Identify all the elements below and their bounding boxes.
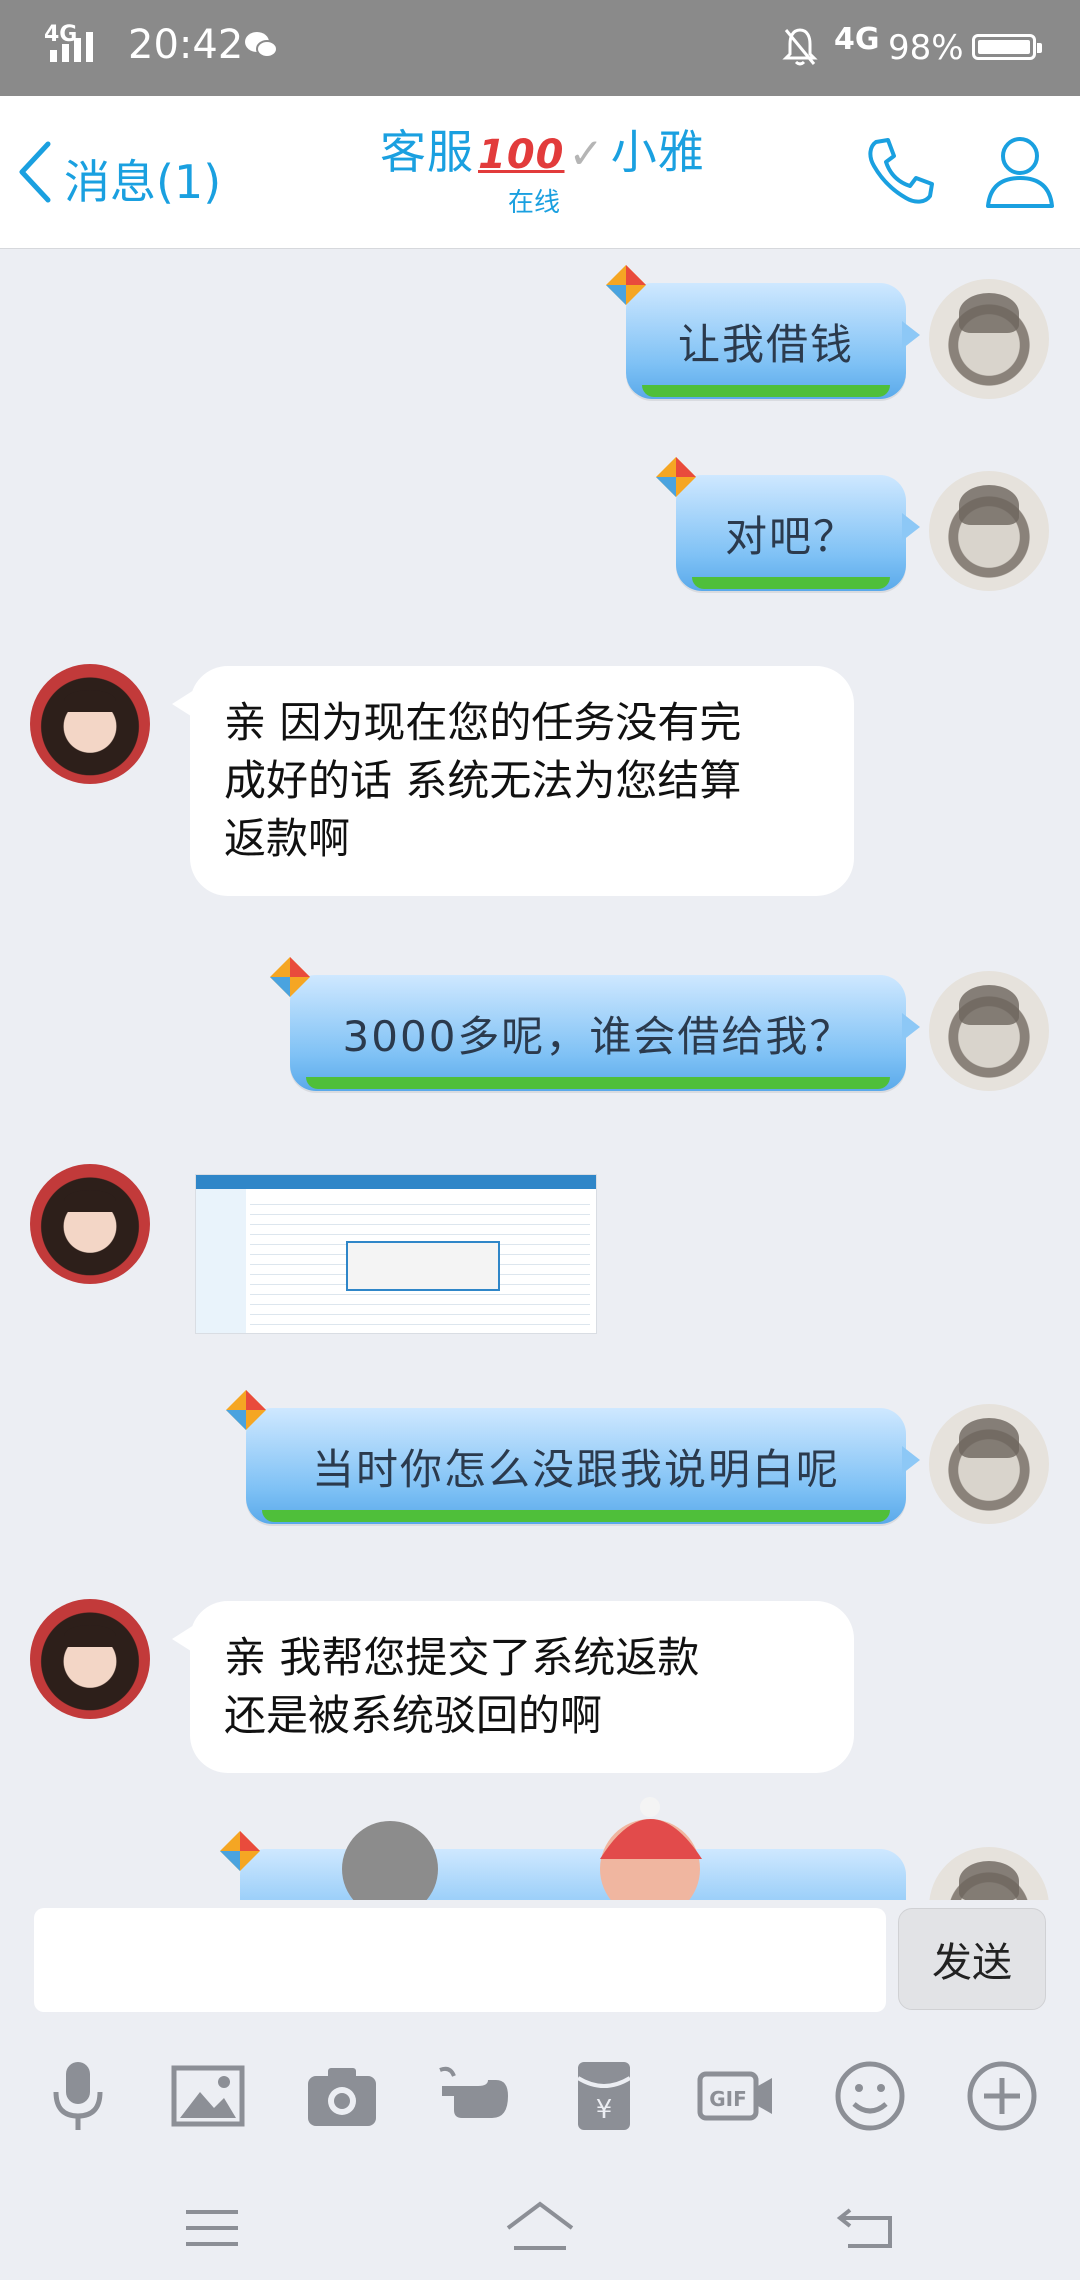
message-bubble-incoming[interactable]: 亲 因为现在您的任务没有完 成好的话 系统无法为您结算 返款啊 bbox=[172, 666, 854, 896]
svg-text:GIF: GIF bbox=[709, 2087, 747, 2111]
wechat-icon bbox=[245, 32, 278, 58]
network-type: 4G bbox=[834, 22, 880, 57]
system-navigation bbox=[0, 2170, 1080, 2280]
message-line: 成好的话 系统无法为您结算 bbox=[224, 756, 742, 805]
message-input[interactable] bbox=[34, 1908, 886, 2012]
input-toolbar: ¥ GIF bbox=[0, 2020, 1080, 2170]
message-bubble-outgoing[interactable]: 3000多呢，谁会借给我？ bbox=[270, 957, 920, 1091]
image-icon[interactable] bbox=[168, 2056, 248, 2136]
microphone-icon[interactable] bbox=[38, 2056, 118, 2136]
message-text: 3000多呢，谁会借给我？ bbox=[342, 1011, 854, 1061]
emoji-icon[interactable] bbox=[830, 2056, 910, 2136]
message-text: 让我借钱 bbox=[677, 319, 854, 369]
message-bubble-incoming[interactable]: 亲 我帮您提交了系统返款 还是被系统驳回的啊 bbox=[172, 1601, 854, 1773]
message-line: 还是被系统驳回的啊 bbox=[224, 1691, 603, 1740]
my-avatar[interactable] bbox=[929, 279, 1049, 399]
message-bubble-outgoing[interactable]: 让我借钱 bbox=[606, 265, 920, 399]
kite-icon bbox=[270, 957, 310, 997]
poke-hand-icon[interactable] bbox=[432, 2056, 512, 2136]
agent-avatar[interactable] bbox=[30, 1599, 150, 1719]
signal-label: 4G bbox=[44, 22, 78, 47]
plus-icon[interactable] bbox=[962, 2056, 1042, 2136]
dialog-thumbnail bbox=[346, 1241, 500, 1291]
my-avatar[interactable] bbox=[929, 1404, 1049, 1524]
back-label: 消息(1) bbox=[64, 155, 222, 209]
home-icon[interactable] bbox=[500, 2198, 580, 2258]
agent-avatar[interactable] bbox=[30, 664, 150, 784]
check-mark-icon: ✓ bbox=[568, 129, 605, 178]
status-bar: 4G 20:42 4G 98% bbox=[0, 0, 1080, 96]
my-avatar[interactable] bbox=[929, 471, 1049, 591]
signal-icon: 4G bbox=[44, 22, 114, 68]
chat-area[interactable]: 让我借钱 对吧？ 亲 因为现在您的任务没有完 成好的话 系统无法为您结算 返款啊… bbox=[0, 249, 1080, 1900]
red-packet-icon[interactable]: ¥ bbox=[564, 2056, 644, 2136]
hundred-points-icon: 100 bbox=[478, 132, 565, 178]
online-status: 在线 bbox=[508, 188, 561, 218]
camera-icon[interactable] bbox=[302, 2056, 382, 2136]
cartoon-sticker bbox=[342, 1797, 702, 1900]
svg-text:¥: ¥ bbox=[596, 2095, 613, 2125]
message-line: 返款啊 bbox=[224, 814, 351, 863]
battery-percent: 98% bbox=[888, 28, 964, 68]
battery-icon bbox=[972, 34, 1042, 60]
message-line: 亲 因为现在您的任务没有完 bbox=[224, 698, 742, 747]
my-avatar[interactable] bbox=[929, 1847, 1049, 1900]
clock: 20:42 bbox=[128, 22, 244, 68]
contact-prefix: 客服 bbox=[380, 125, 474, 179]
message-text: 当时你怎么没跟我说明白呢 bbox=[311, 1444, 840, 1494]
kite-icon bbox=[656, 457, 696, 497]
mute-bell-icon bbox=[782, 28, 818, 66]
message-text: 对吧？ bbox=[724, 511, 857, 561]
gif-icon[interactable]: GIF bbox=[696, 2056, 776, 2136]
agent-avatar[interactable] bbox=[30, 1164, 150, 1284]
chat-header: 消息(1) 客服 100✓ 小雅 在线 bbox=[0, 96, 1080, 249]
profile-icon[interactable] bbox=[982, 132, 1058, 212]
back-icon[interactable] bbox=[828, 2198, 908, 2258]
kite-icon bbox=[606, 265, 646, 305]
send-button[interactable]: 发送 bbox=[898, 1908, 1046, 2010]
menu-icon[interactable] bbox=[172, 2198, 252, 2258]
phone-call-icon[interactable] bbox=[860, 132, 940, 212]
contact-suffix: 小雅 bbox=[610, 125, 705, 179]
back-button[interactable]: 消息(1) bbox=[14, 134, 234, 210]
message-bubble-outgoing[interactable]: 当时你怎么没跟我说明白呢 bbox=[226, 1390, 920, 1524]
my-avatar[interactable] bbox=[929, 971, 1049, 1091]
message-line: 亲 我帮您提交了系统返款 bbox=[224, 1633, 700, 1682]
kite-icon bbox=[220, 1831, 260, 1871]
contact-name[interactable]: 客服 100✓ 小雅 bbox=[380, 116, 705, 182]
input-bar: 发送 bbox=[0, 1900, 1080, 2020]
chevron-left-icon bbox=[19, 141, 51, 203]
message-bubble-outgoing[interactable]: 对吧？ bbox=[656, 457, 920, 591]
image-message[interactable] bbox=[195, 1174, 597, 1334]
kite-icon bbox=[226, 1390, 266, 1430]
